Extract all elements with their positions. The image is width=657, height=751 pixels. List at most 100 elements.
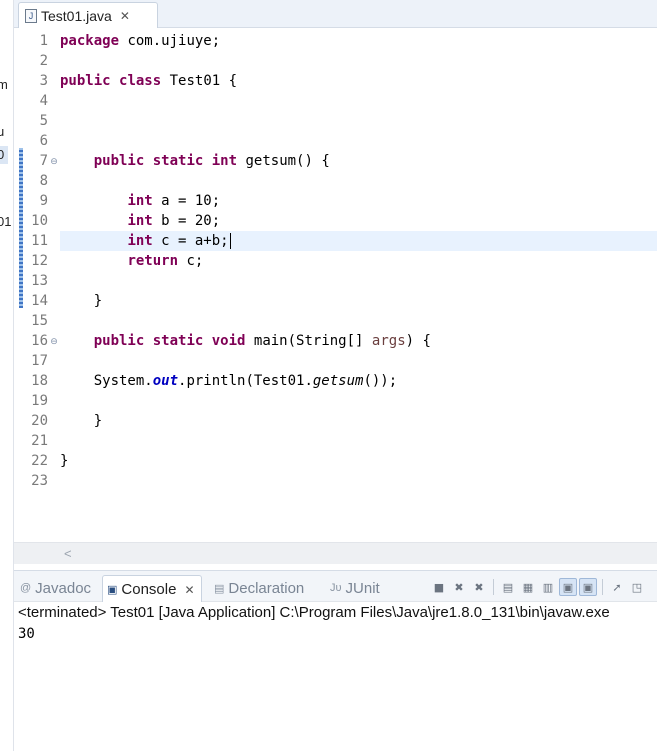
code-line[interactable]: } — [60, 411, 657, 431]
code-line[interactable]: int c = a+b; — [60, 231, 657, 251]
editor-tab-title: Test01.java — [41, 7, 112, 24]
console-toolbar: ■ ✖ ✖ ▤ ▦ ▥ ▣ ▣ ➚ ◳ — [430, 578, 646, 596]
left-strip-fragment: m — [0, 77, 8, 92]
code-token: c; — [178, 253, 204, 269]
clear-console-icon[interactable]: ▤ — [499, 578, 517, 596]
declaration-icon: ▤ — [214, 582, 225, 595]
quick-diff-marker — [19, 148, 23, 308]
scroll-left-icon[interactable]: < — [64, 546, 72, 561]
code-line[interactable] — [60, 271, 657, 291]
javadoc-icon: @ — [20, 582, 32, 594]
console-view-bar: @ Javadoc ▣ Console ✕ ▤ Declaration Jυ J… — [14, 570, 657, 603]
code-token: .println(Test01. — [178, 373, 313, 389]
code-line[interactable]: int a = 10; — [60, 191, 657, 211]
scroll-lock-icon[interactable]: ▦ — [519, 578, 537, 596]
code-line[interactable]: public static void main(String[] args) { — [60, 331, 657, 351]
code-token: args — [371, 333, 406, 349]
line-number: 1 — [39, 33, 48, 49]
code-token: Test01 { — [161, 73, 238, 89]
line-number-gutter: 1 2 3 4 5 6 7 ⊖ 8 9 10 11 12 13 14 15 16 ⊖ 17 18 19 20 21 22 23 — [31, 28, 60, 542]
fold-collapse-icon[interactable]: ⊖ — [49, 331, 59, 351]
code-token: } — [60, 413, 103, 429]
line-number: 12 — [31, 253, 48, 269]
code-line[interactable]: package com.ujiuye; — [60, 31, 657, 51]
tab-label: Declaration — [228, 579, 305, 597]
remove-launch-icon[interactable]: ✖ — [450, 578, 468, 596]
line-number: 9 — [39, 193, 48, 209]
code-line[interactable] — [60, 431, 657, 451]
line-number: 5 — [39, 113, 48, 129]
code-editor[interactable]: 1 2 3 4 5 6 7 ⊖ 8 9 10 11 12 13 14 15 16 ⊖ 17 18 19 20 21 22 23 … — [14, 28, 657, 542]
tab-console[interactable]: ▣ Console ✕ — [102, 575, 202, 603]
line-number: 4 — [39, 93, 48, 109]
code-line[interactable] — [60, 91, 657, 111]
code-line[interactable] — [60, 171, 657, 191]
code-keyword: void — [211, 333, 246, 349]
tab-declaration[interactable]: ▤ Declaration — [214, 576, 304, 600]
line-number: 7 — [39, 153, 48, 169]
tab-javadoc[interactable]: @ Javadoc — [20, 576, 91, 600]
code-line[interactable]: } — [60, 451, 657, 471]
code-line[interactable] — [60, 131, 657, 151]
left-panel-strip: m u 0 01 — [0, 0, 14, 751]
code-line[interactable]: return c; — [60, 251, 657, 271]
line-number: 2 — [39, 53, 48, 69]
code-token: } — [60, 453, 69, 469]
tab-junit[interactable]: Jυ JUnit — [330, 576, 380, 600]
code-line[interactable]: public static int getsum() { — [60, 151, 657, 171]
line-number: 21 — [31, 433, 48, 449]
pin-console-icon[interactable]: ➚ — [608, 578, 626, 596]
close-icon[interactable]: ✕ — [184, 583, 194, 597]
code-token: c = a+b; — [152, 233, 229, 249]
console-output-area[interactable] — [14, 602, 657, 751]
code-line[interactable] — [60, 111, 657, 131]
code-keyword: static — [152, 333, 204, 349]
horizontal-scrollbar[interactable]: < — [14, 542, 657, 564]
console-icon: ▣ — [107, 584, 118, 596]
line-number: 11 — [31, 233, 48, 249]
code-area[interactable]: package com.ujiuye; public class Test01 {… — [60, 28, 657, 542]
toolbar-separator — [602, 579, 603, 595]
code-line[interactable]: int b = 20; — [60, 211, 657, 231]
code-token: out — [152, 373, 179, 389]
code-line[interactable]: } — [60, 291, 657, 311]
line-number: 15 — [31, 313, 48, 329]
editor-tab-test01[interactable]: J Test01.java ✕ — [18, 2, 158, 28]
code-keyword: int — [127, 213, 153, 229]
code-token: b = 20; — [152, 213, 221, 229]
code-line[interactable] — [60, 391, 657, 411]
code-token: ()); — [363, 373, 398, 389]
display-console-icon[interactable]: ◳ — [628, 578, 646, 596]
code-keyword: int — [127, 193, 153, 209]
word-wrap-icon[interactable]: ▥ — [539, 578, 557, 596]
junit-icon: Jυ — [330, 582, 342, 594]
code-token: a = 10; — [152, 193, 221, 209]
fold-collapse-icon[interactable]: ⊖ — [49, 151, 59, 171]
code-line[interactable] — [60, 351, 657, 371]
code-line[interactable] — [60, 471, 657, 491]
code-keyword: class — [119, 73, 162, 89]
editor-tab-bar: J Test01.java ✕ — [14, 0, 657, 28]
terminate-icon[interactable]: ■ — [430, 578, 448, 596]
code-line[interactable] — [60, 311, 657, 331]
code-line[interactable]: System.out.println(Test01.getsum()); — [60, 371, 657, 391]
console-status: <terminated> Test01 [Java Application] C… — [18, 604, 610, 621]
show-on-stdout-icon[interactable]: ▣ — [559, 578, 577, 596]
code-token: } — [60, 293, 103, 309]
remove-all-launches-icon[interactable]: ✖ — [470, 578, 488, 596]
tab-label: Javadoc — [35, 579, 92, 597]
code-line[interactable]: public class Test01 { — [60, 71, 657, 91]
code-line[interactable] — [60, 51, 657, 71]
line-number: 16 — [31, 333, 48, 349]
close-icon[interactable]: ✕ — [120, 9, 130, 23]
line-number: 17 — [31, 353, 48, 369]
show-on-stderr-icon[interactable]: ▣ — [579, 578, 597, 596]
code-keyword: public — [60, 73, 111, 89]
